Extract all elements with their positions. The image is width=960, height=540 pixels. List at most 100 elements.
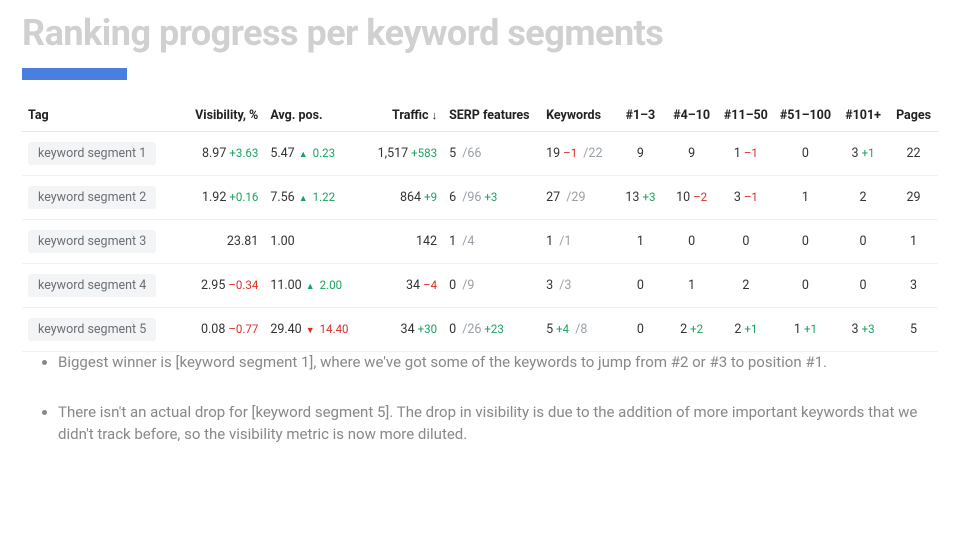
pages-cell: 3 [889,264,938,308]
pages-cell: 5 [889,308,938,352]
table-row: keyword segment 2 1.92+0.16 7.56▲1.22 86… [22,176,938,220]
avg-pos-cell: 7.56▲1.22 [264,176,360,220]
serp-total: /66 [456,146,481,161]
traffic-cell: 864+9 [360,176,443,220]
delta: +4 [553,322,569,336]
sort-desc-icon: ↓ [429,109,438,122]
col-bucket-51-100[interactable]: #51–100 [774,100,837,132]
delta: 1.22 [310,190,335,204]
bucket-101: 2 [837,176,889,220]
avg-pos-cell: 29.40▼14.40 [264,308,360,352]
ranking-table: Tag Visibility, % Avg. pos. Traffic↓ SER… [22,100,938,352]
tag-pill[interactable]: keyword segment 4 [28,274,156,297]
col-bucket-101[interactable]: #101+ [837,100,889,132]
delta: 14.40 [317,322,349,336]
delta: 0.23 [310,146,335,160]
commentary-bullet: Biggest winner is [keyword segment 1], w… [58,352,920,374]
accent-bar [22,68,127,80]
pages-cell: 22 [889,132,938,176]
bucket-11-50: 3–1 [718,176,774,220]
keywords-cell: 3 /3 [540,264,615,308]
keywords-cell: 19–1 /22 [540,132,615,176]
tag-pill[interactable]: keyword segment 5 [28,318,156,341]
delta: –0.34 [225,278,258,292]
col-keywords[interactable]: Keywords [540,100,615,132]
tag-pill[interactable]: keyword segment 2 [28,186,156,209]
kw-total: /29 [560,190,585,205]
traffic-cell: 1,517+583 [360,132,443,176]
bucket-4-10: 10–2 [665,176,718,220]
triangle-down-icon: ▼ [302,326,317,336]
col-tag[interactable]: Tag [22,100,180,132]
table-row: keyword segment 4 2.95–0.34 11.00▲2.00 3… [22,264,938,308]
commentary: Biggest winner is [keyword segment 1], w… [36,352,920,473]
delta: +583 [408,146,437,160]
kw-total: /22 [577,146,602,161]
serp-cell: 5 /66 [443,132,540,176]
bucket-101: 0 [837,220,889,264]
bucket-1-3: 13+3 [615,176,665,220]
delta: +1 [801,322,817,336]
col-bucket-11-50[interactable]: #11–50 [718,100,774,132]
col-traffic-label: Traffic [392,108,429,123]
delta: –1 [560,146,577,160]
delta: +3 [639,190,655,204]
col-serp[interactable]: SERP features [443,100,540,132]
delta: 2.00 [317,278,342,292]
delta: +3 [481,190,497,204]
col-bucket-4-10[interactable]: #4–10 [665,100,718,132]
page-title: Ranking progress per keyword segments [22,12,663,54]
bucket-101: 0 [837,264,889,308]
kw-total: /8 [569,322,587,337]
table-row: keyword segment 1 8.97+3.63 5.47▲0.23 1,… [22,132,938,176]
bucket-1-3: 1 [615,220,665,264]
traffic-cell: 34+30 [360,308,443,352]
tag-pill[interactable]: keyword segment 1 [28,142,156,165]
serp-cell: 0 /9 [443,264,540,308]
delta: +23 [481,322,503,336]
bucket-101: 3+1 [837,132,889,176]
bucket-11-50: 1–1 [718,132,774,176]
bucket-4-10: 2+2 [665,308,718,352]
bucket-51-100: 1+1 [774,308,837,352]
bucket-51-100: 0 [774,220,837,264]
col-avg-pos[interactable]: Avg. pos. [264,100,360,132]
delta: –1 [741,146,758,160]
delta: +3.63 [226,146,258,160]
keywords-cell: 1 /1 [540,220,615,264]
col-traffic[interactable]: Traffic↓ [360,100,443,132]
delta: +1 [741,322,757,336]
bucket-11-50: 2 [718,264,774,308]
traffic-cell: 142 [360,220,443,264]
table-row: keyword segment 3 23.81 1.00 142 1 /4 1 … [22,220,938,264]
serp-total: /4 [456,234,474,249]
delta: +3 [859,322,875,336]
delta: –2 [690,190,707,204]
tag-pill[interactable]: keyword segment 3 [28,230,156,253]
kw-total: /3 [553,278,571,293]
pages-cell: 29 [889,176,938,220]
serp-cell: 1 /4 [443,220,540,264]
bucket-1-3: 0 [615,308,665,352]
visibility-cell: 1.92+0.16 [180,176,264,220]
table-header-row: Tag Visibility, % Avg. pos. Traffic↓ SER… [22,100,938,132]
visibility-cell: 8.97+3.63 [180,132,264,176]
triangle-up-icon: ▲ [295,194,310,204]
col-pages[interactable]: Pages [889,100,938,132]
bucket-11-50: 0 [718,220,774,264]
col-visibility[interactable]: Visibility, % [180,100,264,132]
delta: –1 [741,190,758,204]
delta: +9 [421,190,437,204]
delta: +0.16 [226,190,258,204]
delta: +1 [859,146,875,160]
delta: –4 [420,278,437,292]
serp-total: /26 [456,322,481,337]
avg-pos-cell: 5.47▲0.23 [264,132,360,176]
delta: +2 [687,322,703,336]
keywords-cell: 5+4 /8 [540,308,615,352]
serp-total: /9 [456,278,474,293]
col-bucket-1-3[interactable]: #1–3 [615,100,665,132]
visibility-cell: 2.95–0.34 [180,264,264,308]
serp-total: /96 [456,190,481,205]
bucket-101: 3+3 [837,308,889,352]
